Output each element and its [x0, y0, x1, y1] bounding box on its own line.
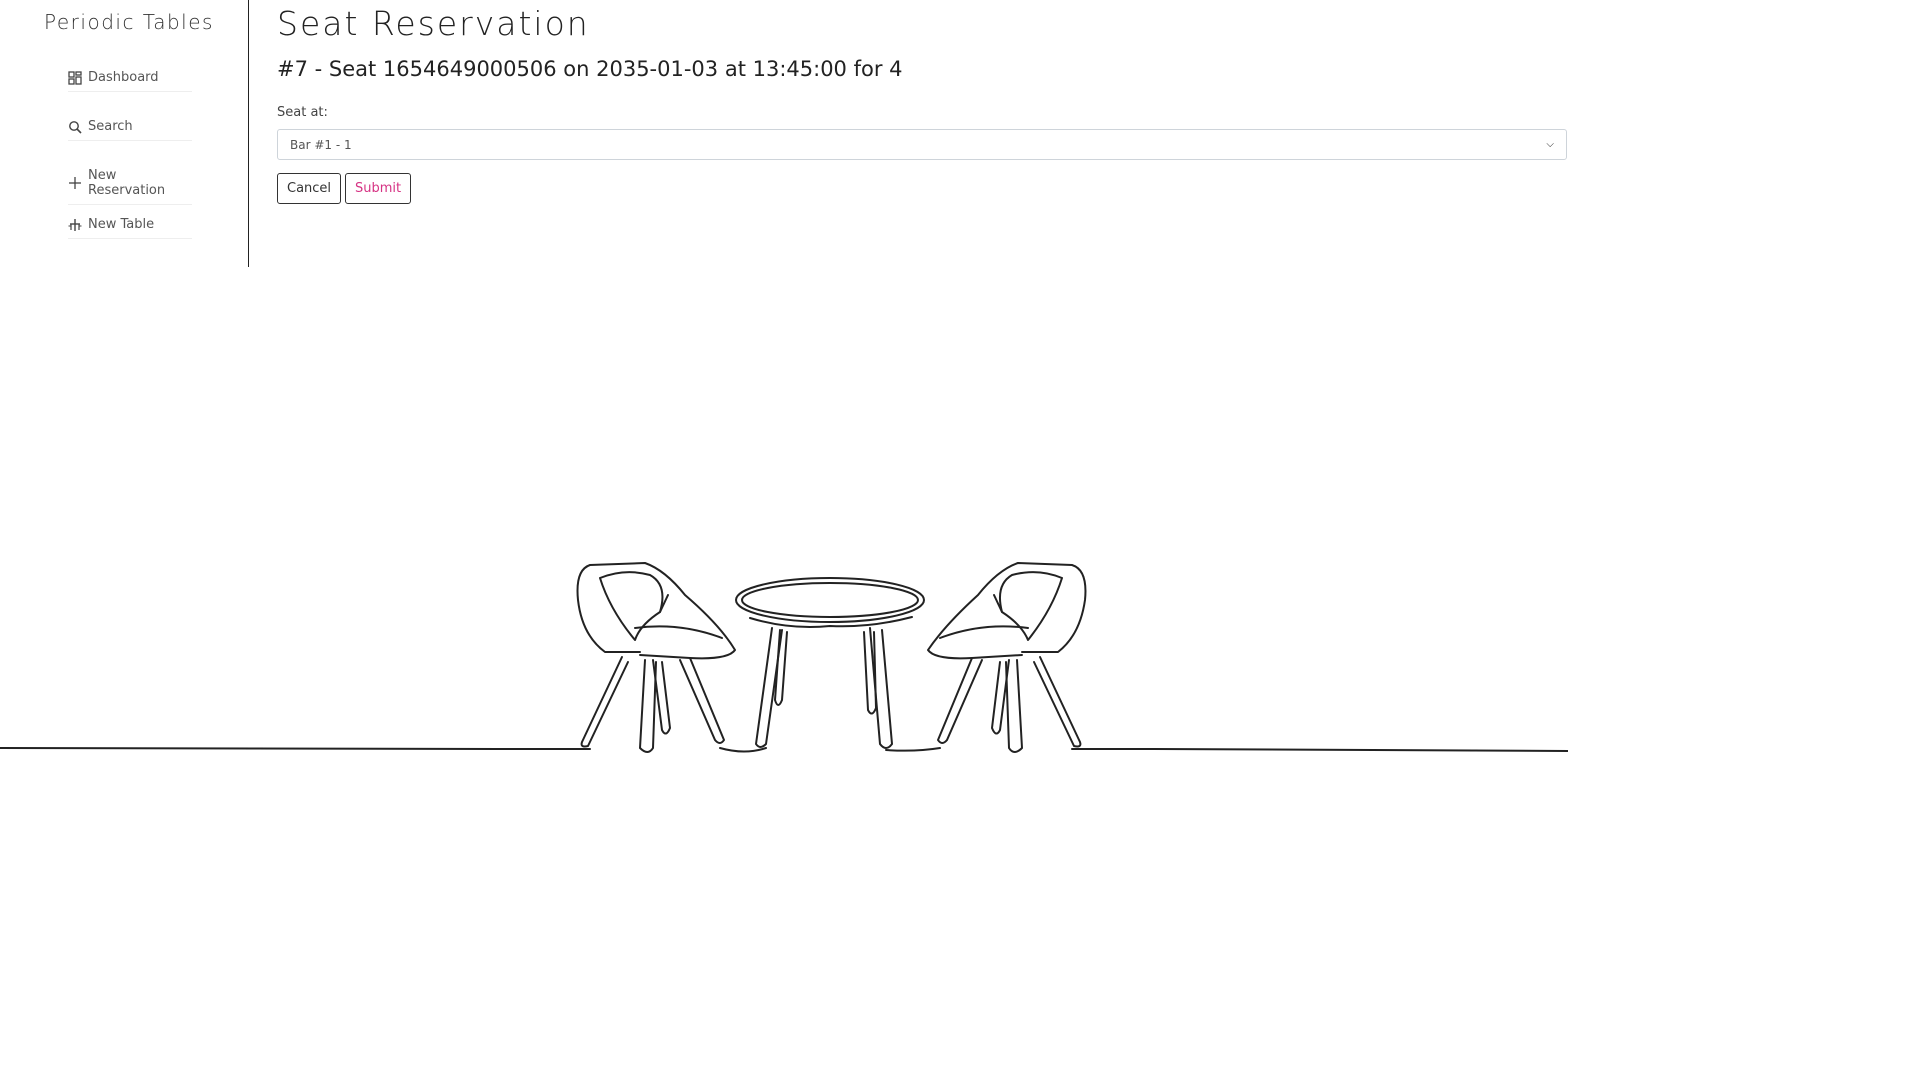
sidebar-item-label: New Table	[88, 217, 155, 232]
seat-select-value: Bar #1 - 1	[290, 137, 352, 152]
sidebar: Periodic Tables Dashboard Search New Res…	[0, 0, 249, 267]
chevron-down-icon: ⌵	[1546, 139, 1554, 150]
table-icon	[68, 218, 82, 232]
reservation-heading: #7 - Seat 1654649000506 on 2035-01-03 at…	[277, 57, 903, 81]
brand-title: Periodic Tables	[44, 10, 214, 34]
app-root: Periodic Tables Dashboard Search New Res…	[0, 0, 1568, 882]
sidebar-item-label: New Reservation	[88, 168, 166, 198]
cancel-button[interactable]: Cancel	[277, 173, 342, 204]
submit-button[interactable]: Submit	[345, 173, 412, 204]
plus-icon	[68, 176, 82, 190]
sidebar-item-label: Dashboard	[88, 70, 159, 85]
sidebar-item-new-reservation[interactable]: New Reservation	[68, 168, 192, 205]
page-title: Seat Reservation	[277, 4, 590, 43]
seat-label: Seat at:	[277, 105, 328, 120]
table-and-chairs-illustration	[0, 562, 1568, 753]
sidebar-item-new-table[interactable]: New Table	[68, 217, 192, 239]
sidebar-item-search[interactable]: Search	[68, 119, 192, 141]
seat-select[interactable]: Bar #1 - 1 ⌵	[277, 129, 1567, 160]
sidebar-item-label: Search	[88, 119, 133, 134]
dashboard-icon	[68, 70, 82, 85]
search-icon	[68, 120, 82, 134]
sidebar-item-dashboard[interactable]: Dashboard	[68, 70, 192, 92]
